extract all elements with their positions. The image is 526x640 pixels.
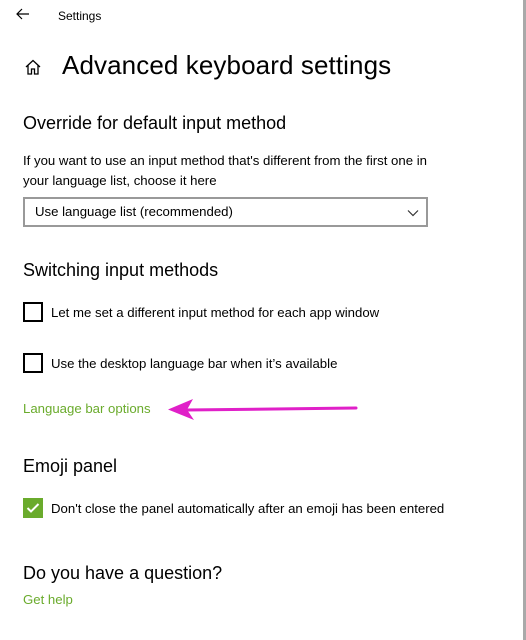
desktop-language-bar-label: Use the desktop language bar when it’s a… bbox=[51, 355, 338, 371]
per-app-input-label: Let me set a different input method for … bbox=[51, 304, 380, 320]
per-app-input-checkbox[interactable] bbox=[23, 302, 43, 322]
emoji-panel-checkbox[interactable] bbox=[23, 498, 43, 518]
back-arrow-icon bbox=[16, 7, 30, 25]
title-bar: Settings bbox=[0, 0, 523, 32]
question-section-title: Do you have a question? bbox=[23, 563, 223, 583]
get-help-link[interactable]: Get help bbox=[23, 592, 73, 607]
override-description: If you want to use an input method that'… bbox=[23, 153, 427, 188]
language-bar-options-link[interactable]: Language bar options bbox=[23, 401, 151, 416]
chevron-down-icon bbox=[406, 206, 420, 218]
dropdown-selected-value: Use language list (recommended) bbox=[35, 204, 233, 219]
switching-section-title: Switching input methods bbox=[23, 260, 219, 280]
home-button[interactable] bbox=[20, 56, 46, 82]
override-section-title: Override for default input method bbox=[23, 113, 287, 133]
per-app-input-option[interactable]: Let me set a different input method for … bbox=[23, 302, 379, 322]
app-title: Settings bbox=[58, 9, 102, 23]
annotation-arrow-icon bbox=[166, 396, 360, 427]
input-method-dropdown[interactable]: Use language list (recommended) bbox=[23, 197, 428, 227]
emoji-section-title: Emoji panel bbox=[23, 456, 118, 476]
emoji-panel-label: Don't close the panel automatically afte… bbox=[51, 500, 445, 516]
home-icon bbox=[24, 58, 42, 81]
desktop-language-bar-option[interactable]: Use the desktop language bar when it’s a… bbox=[23, 353, 337, 373]
desktop-language-bar-checkbox[interactable] bbox=[23, 353, 43, 373]
checkmark-icon bbox=[26, 503, 40, 513]
back-button[interactable] bbox=[10, 4, 36, 28]
page-title: Advanced keyboard settings bbox=[62, 50, 392, 80]
emoji-panel-option[interactable]: Don't close the panel automatically afte… bbox=[23, 498, 444, 518]
